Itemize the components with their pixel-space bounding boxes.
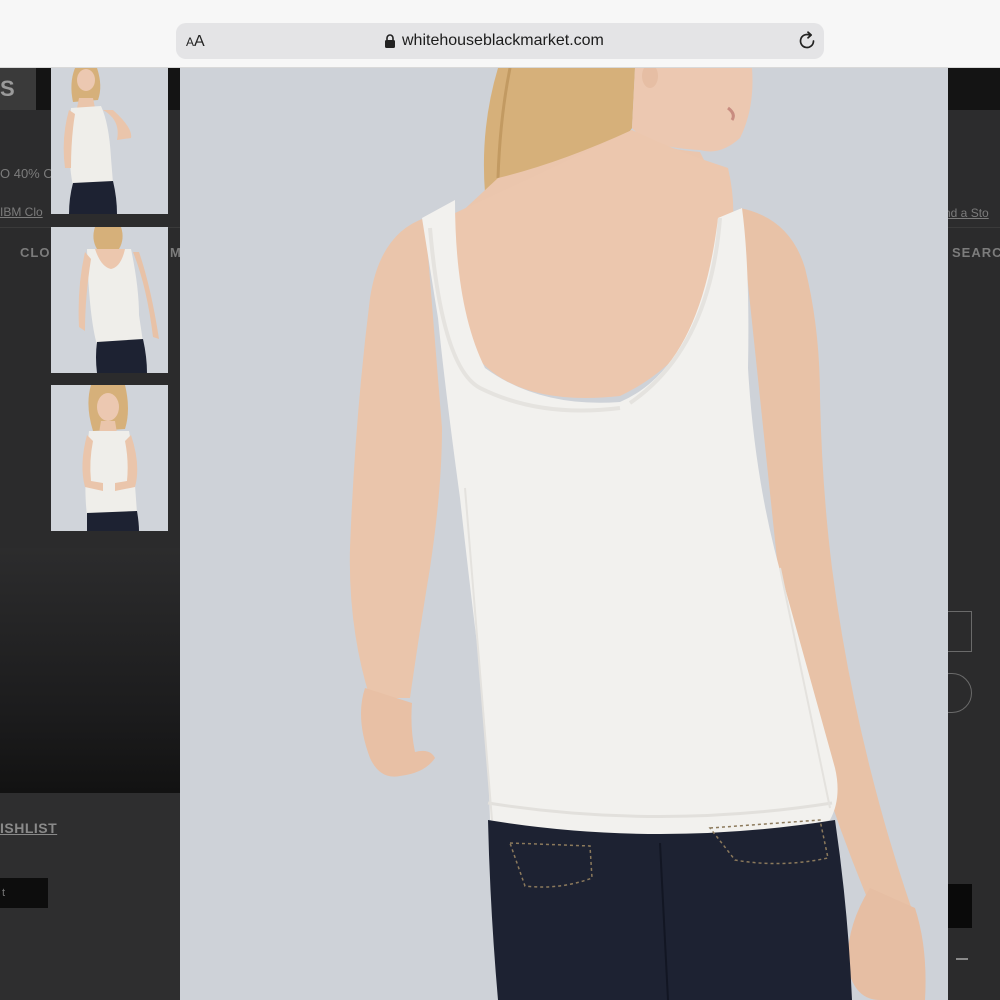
url-display[interactable]: whitehouseblackmarket.com	[384, 31, 604, 51]
zoomed-product-image[interactable]	[180, 68, 948, 1000]
reader-label-small: A	[186, 35, 195, 49]
thumbnail-front-hands-view[interactable]	[51, 385, 168, 531]
product-image-dimmed	[0, 548, 180, 793]
model-back-view-illustration	[349, 68, 926, 1000]
thumbnail-front-illustration	[63, 68, 132, 214]
ibm-link[interactable]: IBM Clo	[0, 205, 43, 219]
lock-icon	[385, 34, 395, 48]
collapse-minus-icon[interactable]	[956, 958, 968, 960]
find-a-store-link[interactable]: nd a Sto	[944, 206, 989, 220]
nav-search[interactable]: SEARC	[952, 245, 1000, 260]
nav-clothing[interactable]: CLO	[20, 245, 50, 260]
site-logo-fragment: S	[0, 68, 36, 110]
thumbnail-front-view[interactable]	[51, 68, 168, 214]
size-select-box[interactable]	[948, 611, 972, 652]
reload-icon[interactable]	[796, 30, 818, 52]
thumbnail-back-view[interactable]	[51, 227, 168, 373]
url-text: whitehouseblackmarket.com	[402, 32, 604, 49]
site-dark-button[interactable]: t	[0, 878, 48, 908]
browser-toolbar: AA whitehouseblackmarket.com	[0, 0, 1000, 68]
add-to-bag-button[interactable]	[948, 884, 972, 928]
reader-label-large: A	[194, 33, 205, 50]
thumbnail-front-hands-illustration	[82, 385, 139, 531]
promo-text: O 40% O	[0, 166, 54, 181]
thumbnail-back-illustration	[78, 227, 159, 373]
add-to-wishlist-link[interactable]: ISHLIST	[0, 820, 57, 836]
reader-text-size-button[interactable]: AA	[186, 33, 205, 51]
